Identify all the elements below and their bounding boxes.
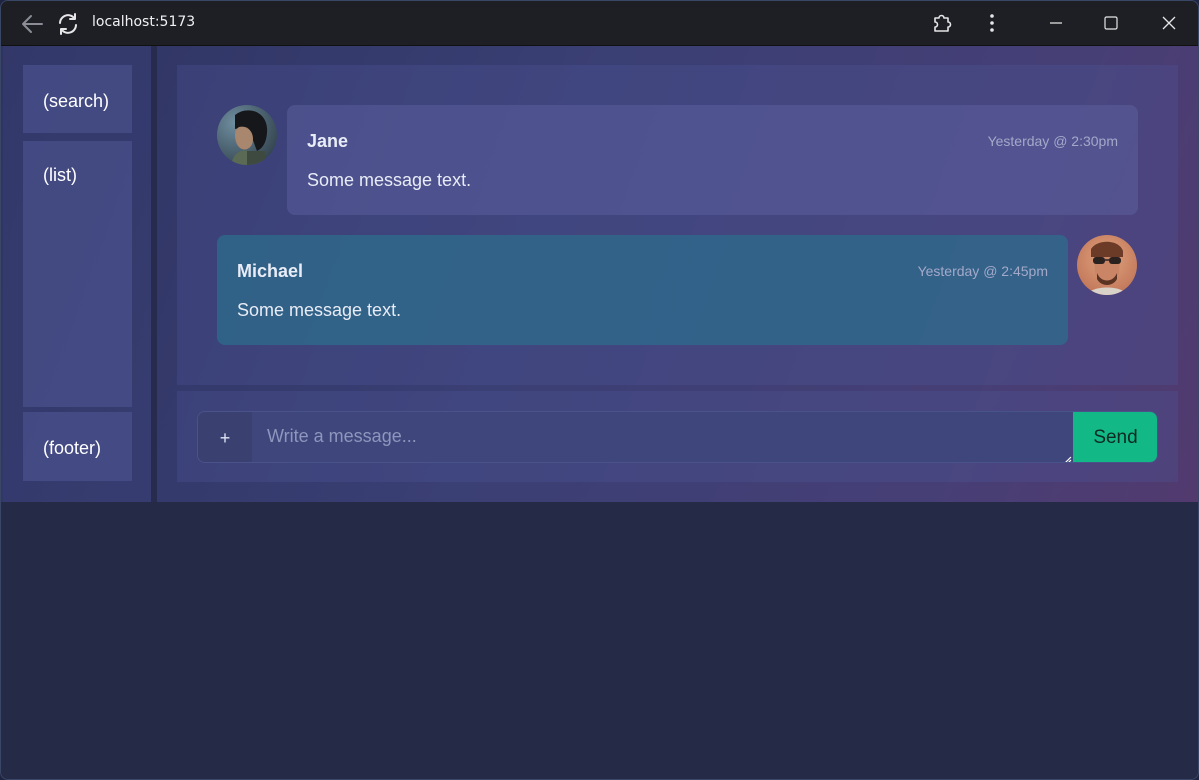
- empty-page-area: [1, 502, 1198, 779]
- message-bubble-michael: Michael Yesterday @ 2:45pm Some message …: [217, 235, 1068, 345]
- avatar: [1077, 235, 1137, 295]
- message-timestamp: Yesterday @ 2:45pm: [917, 263, 1048, 279]
- refresh-icon[interactable]: [55, 11, 81, 37]
- message-author: Jane: [307, 131, 349, 151]
- extensions-icon[interactable]: [930, 11, 954, 35]
- sidebar-list-placeholder: (list): [23, 141, 132, 407]
- sidebar-divider[interactable]: [151, 46, 157, 502]
- close-icon[interactable]: [1154, 9, 1184, 37]
- address-bar[interactable]: localhost:5173: [92, 14, 195, 30]
- maximize-icon[interactable]: [1096, 9, 1126, 37]
- resize-grip-icon[interactable]: [1062, 450, 1072, 462]
- message-bubble-jane: Jane Yesterday @ 2:30pm Some message tex…: [287, 105, 1138, 215]
- more-options-icon[interactable]: [980, 11, 1004, 35]
- message-text: Some message text.: [237, 300, 402, 320]
- message-author: Michael: [237, 261, 304, 281]
- back-icon[interactable]: [19, 12, 45, 36]
- attach-button[interactable]: +: [198, 412, 252, 462]
- message-input[interactable]: [252, 412, 1073, 462]
- message-composer: + Send: [197, 411, 1158, 463]
- chat-app: (search) (list) (footer) Jane Yesterday …: [1, 46, 1198, 502]
- message-timestamp: Yesterday @ 2:30pm: [987, 133, 1118, 149]
- message-feed: Jane Yesterday @ 2:30pm Some message tex…: [177, 65, 1178, 385]
- composer-area: + Send: [177, 391, 1178, 482]
- sidebar-footer-placeholder: (footer): [23, 412, 132, 481]
- minimize-icon[interactable]: [1041, 9, 1071, 37]
- message-text: Some message text.: [307, 170, 472, 190]
- send-button[interactable]: Send: [1073, 412, 1157, 462]
- avatar: [217, 105, 277, 165]
- sidebar: (search) (list) (footer): [3, 46, 151, 502]
- title-bar: localhost:5173: [1, 1, 1198, 46]
- browser-window: localhost:5173 (search) (list) (footer) …: [0, 0, 1199, 780]
- sidebar-search-placeholder[interactable]: (search): [23, 65, 132, 133]
